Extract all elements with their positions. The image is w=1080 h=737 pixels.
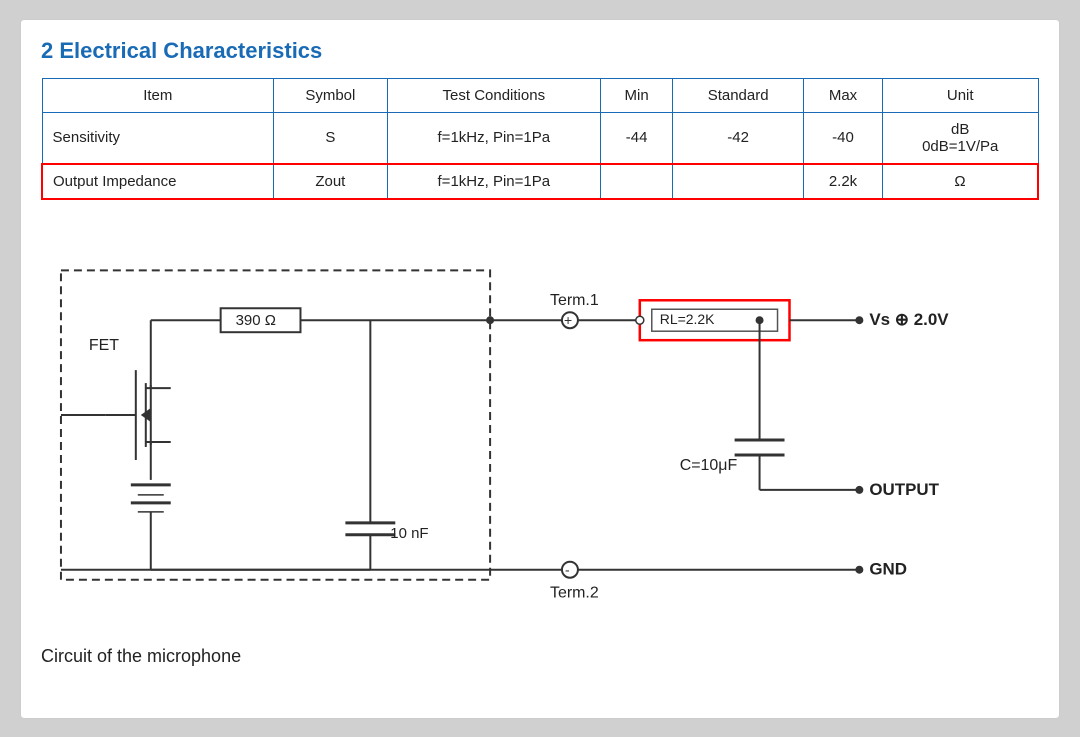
svg-text:390 Ω: 390 Ω [236,312,276,329]
svg-text:OUTPUT: OUTPUT [869,479,939,498]
circuit-diagram: FET [41,230,1039,640]
col-header-unit: Unit [882,78,1038,112]
svg-text:+: + [564,312,572,328]
cell-max: -40 [804,112,883,164]
svg-text:Vs ⊕ 2.0V: Vs ⊕ 2.0V [869,310,949,329]
svg-text:Term.1: Term.1 [550,292,599,309]
col-header-item: Item [42,78,274,112]
col-header-standard: Standard [673,78,804,112]
svg-text:GND: GND [869,559,907,578]
cell-conditions: f=1kHz, Pin=1Pa [387,164,600,199]
cell-min: -44 [601,112,673,164]
svg-text:C=10μF: C=10μF [680,456,738,473]
cell-max: 2.2k [804,164,883,199]
characteristics-table: Item Symbol Test Conditions Min Standard… [41,78,1039,200]
circuit-svg: FET [41,230,1039,640]
col-header-conditions: Test Conditions [387,78,600,112]
circuit-caption: Circuit of the microphone [41,646,1039,667]
main-card: 2 Electrical Characteristics Item Symbol… [20,19,1060,719]
col-header-symbol: Symbol [274,78,388,112]
cell-unit: Ω [882,164,1038,199]
cell-item: Sensitivity [42,112,274,164]
cell-unit: dB 0dB=1V/Pa [882,112,1038,164]
cell-symbol: S [274,112,388,164]
svg-text:FET: FET [89,337,119,354]
svg-text:RL=2.2K: RL=2.2K [660,311,715,327]
svg-text:-: - [565,561,570,577]
cell-min [601,164,673,199]
svg-text:10 nF: 10 nF [390,524,428,541]
col-header-max: Max [804,78,883,112]
table-row: Sensitivity S f=1kHz, Pin=1Pa -44 -42 -4… [42,112,1038,164]
cell-item: Output Impedance [42,164,274,199]
svg-text:Term.2: Term.2 [550,584,599,601]
cell-conditions: f=1kHz, Pin=1Pa [387,112,600,164]
table-row-highlighted: Output Impedance Zout f=1kHz, Pin=1Pa 2.… [42,164,1038,199]
cell-standard: -42 [673,112,804,164]
col-header-min: Min [601,78,673,112]
cell-symbol: Zout [274,164,388,199]
section-title: 2 Electrical Characteristics [41,38,1039,64]
cell-standard [673,164,804,199]
